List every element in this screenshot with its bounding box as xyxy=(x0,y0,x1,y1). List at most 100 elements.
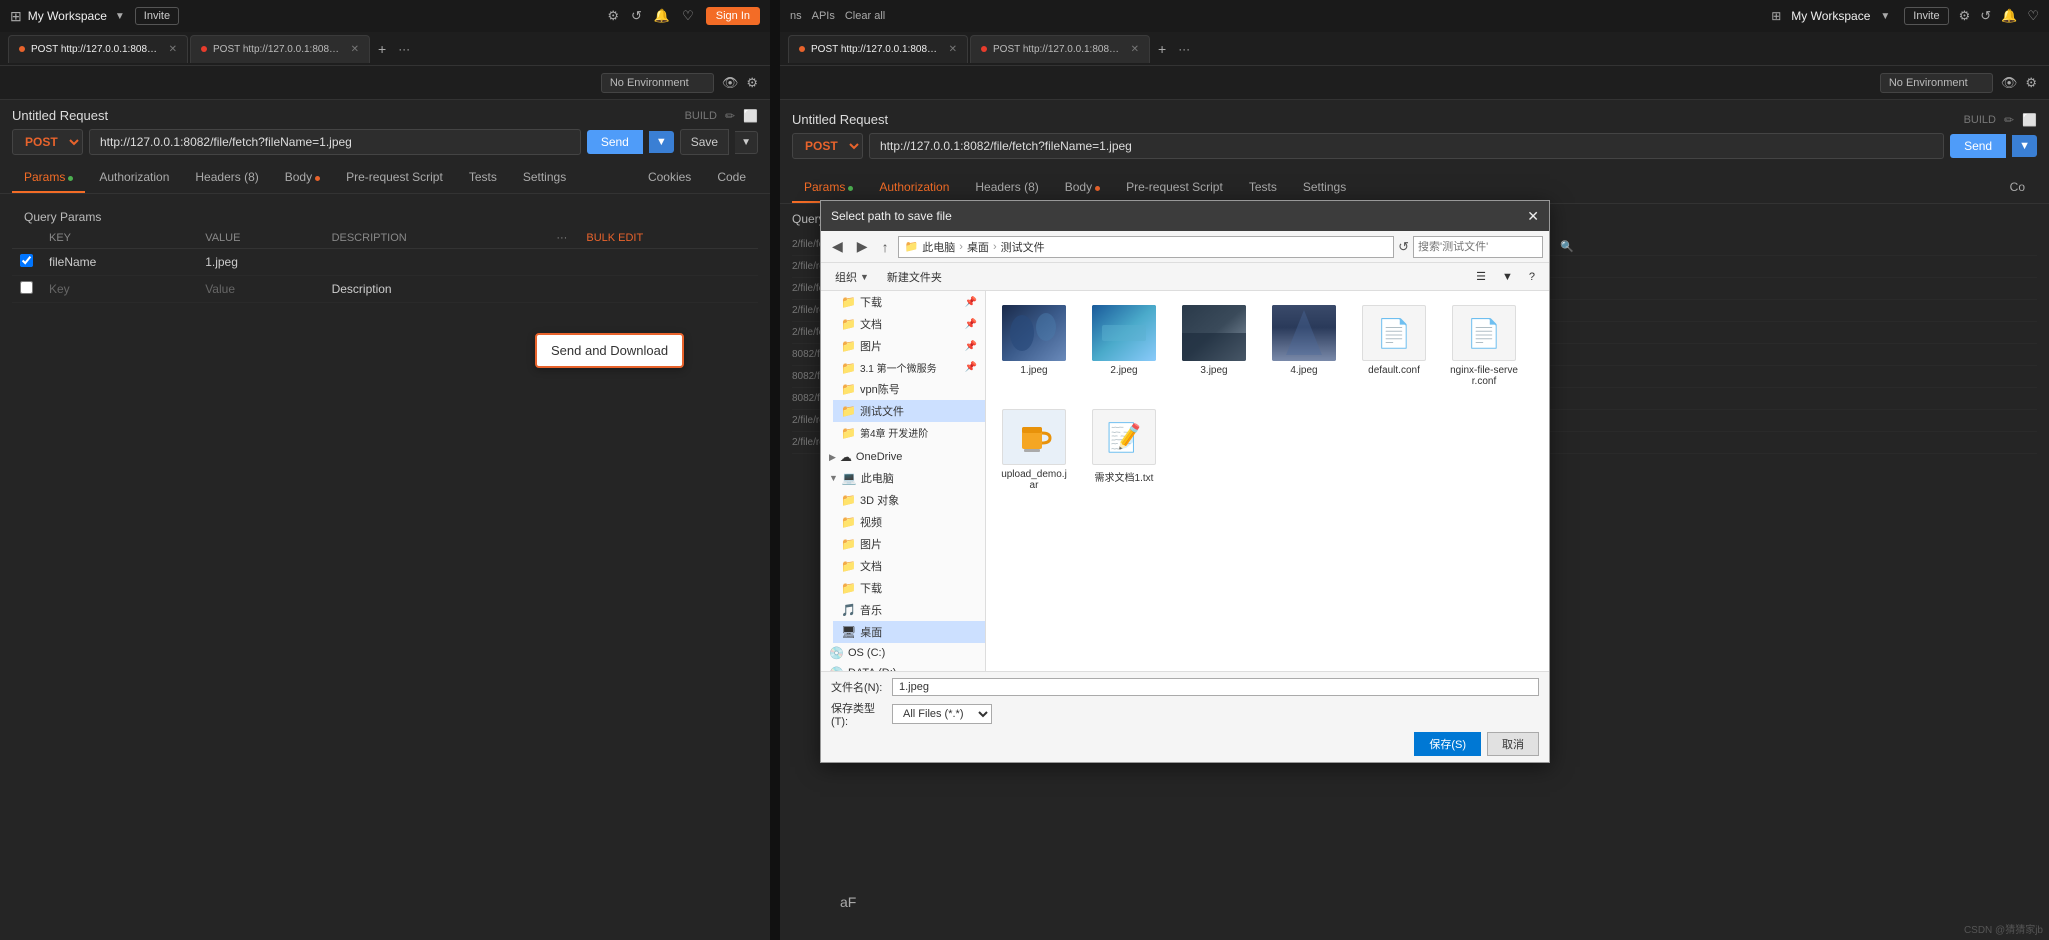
tree-item-images[interactable]: 📁 图片 xyxy=(833,533,985,555)
tab-body[interactable]: Body xyxy=(273,163,332,193)
tree-item-d[interactable]: 💿 DATA (D:) xyxy=(821,663,985,671)
eye-icon[interactable]: 👁 xyxy=(722,75,739,91)
settings-icon[interactable]: ⚙ xyxy=(607,8,619,24)
file-item-txt[interactable]: 📝 需求文档1.txt xyxy=(1084,403,1164,497)
right-refresh-icon[interactable]: ↺ xyxy=(1980,8,1991,24)
file-item-nginxconf[interactable]: 📄 nginx-file-server.conf xyxy=(1444,299,1524,393)
tab-prerequest[interactable]: Pre-request Script xyxy=(334,163,455,193)
right-method-select[interactable]: POST xyxy=(792,133,863,159)
key-cell-1[interactable]: Key xyxy=(41,276,197,303)
tab-close-0[interactable]: ✕ xyxy=(169,44,177,55)
right-tab-close-1[interactable]: ✕ xyxy=(1131,44,1139,55)
right-settings-icon[interactable]: ⚙ xyxy=(1959,8,1971,24)
right-tab-body[interactable]: Body xyxy=(1053,173,1112,203)
right-invite-button[interactable]: Invite xyxy=(1904,7,1948,25)
refresh-icon[interactable]: ↺ xyxy=(631,8,642,24)
tree-item-downloads[interactable]: 📁 下载 xyxy=(833,577,985,599)
right-add-tab-button[interactable]: + xyxy=(1152,41,1172,57)
file-item-4jpeg[interactable]: 4.jpeg xyxy=(1264,299,1344,393)
send-dropdown-button[interactable]: ▼ xyxy=(649,131,674,153)
tree-item-chapter4[interactable]: 📁 第4章 开发进阶 xyxy=(833,422,985,443)
file-item-3jpeg[interactable]: 3.jpeg xyxy=(1174,299,1254,393)
file-item-jar[interactable]: upload_demo.jar xyxy=(994,403,1074,497)
right-tab-headers[interactable]: Headers (8) xyxy=(963,173,1050,203)
tab-close-1[interactable]: ✕ xyxy=(351,44,359,55)
tree-item-onedrive[interactable]: ▶ ☁ OneDrive xyxy=(821,447,985,467)
right-tab-0[interactable]: POST http://127.0.0.1:8082/file/fetch...… xyxy=(788,35,968,63)
tree-item-downloads-1[interactable]: 📁 下载 📌 xyxy=(833,291,985,313)
row-checkbox-0[interactable] xyxy=(20,254,33,267)
right-settings-env-icon[interactable]: ⚙ xyxy=(2025,75,2037,91)
workspace-dropdown-icon[interactable]: ▼ xyxy=(115,11,125,22)
pencil-icon[interactable]: ✏ xyxy=(725,109,735,123)
view-toggle-button[interactable]: ☰ xyxy=(1470,268,1492,285)
forward-button[interactable]: ▶ xyxy=(852,235,873,258)
save-dialog-button[interactable]: 保存(S) xyxy=(1414,732,1481,756)
back-button[interactable]: ◀ xyxy=(827,235,848,258)
tree-item-videos[interactable]: 📁 视频 xyxy=(833,511,985,533)
tree-item-thispc[interactable]: ▼ 💻 此电脑 xyxy=(821,467,985,489)
tab-code[interactable]: Code xyxy=(705,163,758,193)
invite-button[interactable]: Invite xyxy=(135,7,179,25)
right-tab-tests[interactable]: Tests xyxy=(1237,173,1289,203)
organize-button[interactable]: 组织 ▼ xyxy=(829,267,875,287)
bell-icon[interactable]: 🔔 xyxy=(654,8,670,24)
dialog-close-button[interactable]: ✕ xyxy=(1527,208,1539,225)
tab-cookies[interactable]: Cookies xyxy=(636,163,703,193)
right-tab-code[interactable]: Co xyxy=(1998,173,2037,203)
right-tab-prerequest[interactable]: Pre-request Script xyxy=(1114,173,1235,203)
environment-select[interactable]: No Environment xyxy=(601,73,714,93)
tree-item-3d[interactable]: 📁 3D 对象 xyxy=(833,489,985,511)
right-tab-params[interactable]: Params xyxy=(792,173,865,203)
heart-icon[interactable]: ♡ xyxy=(682,8,694,24)
tree-item-c[interactable]: 💿 OS (C:) xyxy=(821,643,985,663)
more-params-icon[interactable]: ··· xyxy=(556,232,567,244)
tree-item-vpn[interactable]: 📁 vpn陈号 xyxy=(833,378,985,400)
sign-in-button[interactable]: Sign In xyxy=(706,7,760,25)
up-button[interactable]: ↑ xyxy=(877,236,894,258)
tree-item-microservice[interactable]: 📁 3.1 第一个微服务 📌 xyxy=(833,357,985,378)
refresh-dialog-button[interactable]: ↺ xyxy=(1398,239,1409,255)
new-folder-button[interactable]: 新建文件夹 xyxy=(881,267,948,287)
help-button[interactable]: ? xyxy=(1523,269,1541,285)
right-url-input[interactable] xyxy=(869,133,1944,159)
tab-headers[interactable]: Headers (8) xyxy=(183,163,270,193)
search-dialog-input[interactable] xyxy=(1418,241,1560,253)
right-more-tabs-button[interactable]: ··· xyxy=(1174,42,1194,56)
maximize-icon[interactable]: ⬜ xyxy=(743,109,758,123)
filename-input[interactable] xyxy=(892,678,1539,696)
tree-item-music[interactable]: 🎵 音乐 xyxy=(833,599,985,621)
more-tabs-button[interactable]: ··· xyxy=(394,42,414,56)
right-eye-icon[interactable]: 👁 xyxy=(2001,75,2018,91)
tab-params[interactable]: Params xyxy=(12,163,85,193)
tree-item-testfiles[interactable]: 📁 测试文件 xyxy=(833,400,985,422)
right-send-button[interactable]: Send xyxy=(1950,134,2006,158)
breadcrumb[interactable]: 📁 此电脑 › 桌面 › 测试文件 xyxy=(898,236,1395,258)
file-item-1jpeg[interactable]: 1.jpeg xyxy=(994,299,1074,393)
save-dropdown-button[interactable]: ▼ xyxy=(735,131,758,154)
row-checkbox-1[interactable] xyxy=(20,281,33,294)
cancel-dialog-button[interactable]: 取消 xyxy=(1487,732,1539,756)
right-heart-icon[interactable]: ♡ xyxy=(2027,8,2039,24)
settings-env-icon[interactable]: ⚙ xyxy=(746,75,758,91)
tree-item-desktop[interactable]: 🖥 桌面 xyxy=(833,621,985,643)
right-tab-settings[interactable]: Settings xyxy=(1291,173,1358,203)
tab-tests[interactable]: Tests xyxy=(457,163,509,193)
bulk-edit-button[interactable]: Bulk Edit xyxy=(586,232,643,244)
tree-item-pics-1[interactable]: 📁 图片 📌 xyxy=(833,335,985,357)
right-tab-authorization[interactable]: Authorization xyxy=(867,173,961,203)
filetype-select[interactable]: All Files (*.*) xyxy=(892,704,992,724)
right-workspace-dropdown[interactable]: ▼ xyxy=(1880,11,1890,22)
right-pencil-icon[interactable]: ✏ xyxy=(2004,113,2014,127)
value-cell-1[interactable]: Value xyxy=(197,276,323,303)
method-select[interactable]: POST xyxy=(12,129,83,155)
right-tab-1[interactable]: POST http://127.0.0.1:8082/file/recei...… xyxy=(970,35,1150,63)
view-dropdown-button[interactable]: ▼ xyxy=(1496,269,1519,285)
key-cell-0[interactable]: fileName xyxy=(41,249,197,276)
right-environment-select[interactable]: No Environment xyxy=(1880,73,1993,93)
right-send-dropdown-button[interactable]: ▼ xyxy=(2012,135,2037,157)
tab-1[interactable]: POST http://127.0.0.1:8082/file/recei...… xyxy=(190,35,370,63)
right-notifications-icon[interactable]: 🔔 xyxy=(2001,8,2017,24)
file-item-defaultconf[interactable]: 📄 default.conf xyxy=(1354,299,1434,393)
tab-authorization[interactable]: Authorization xyxy=(87,163,181,193)
